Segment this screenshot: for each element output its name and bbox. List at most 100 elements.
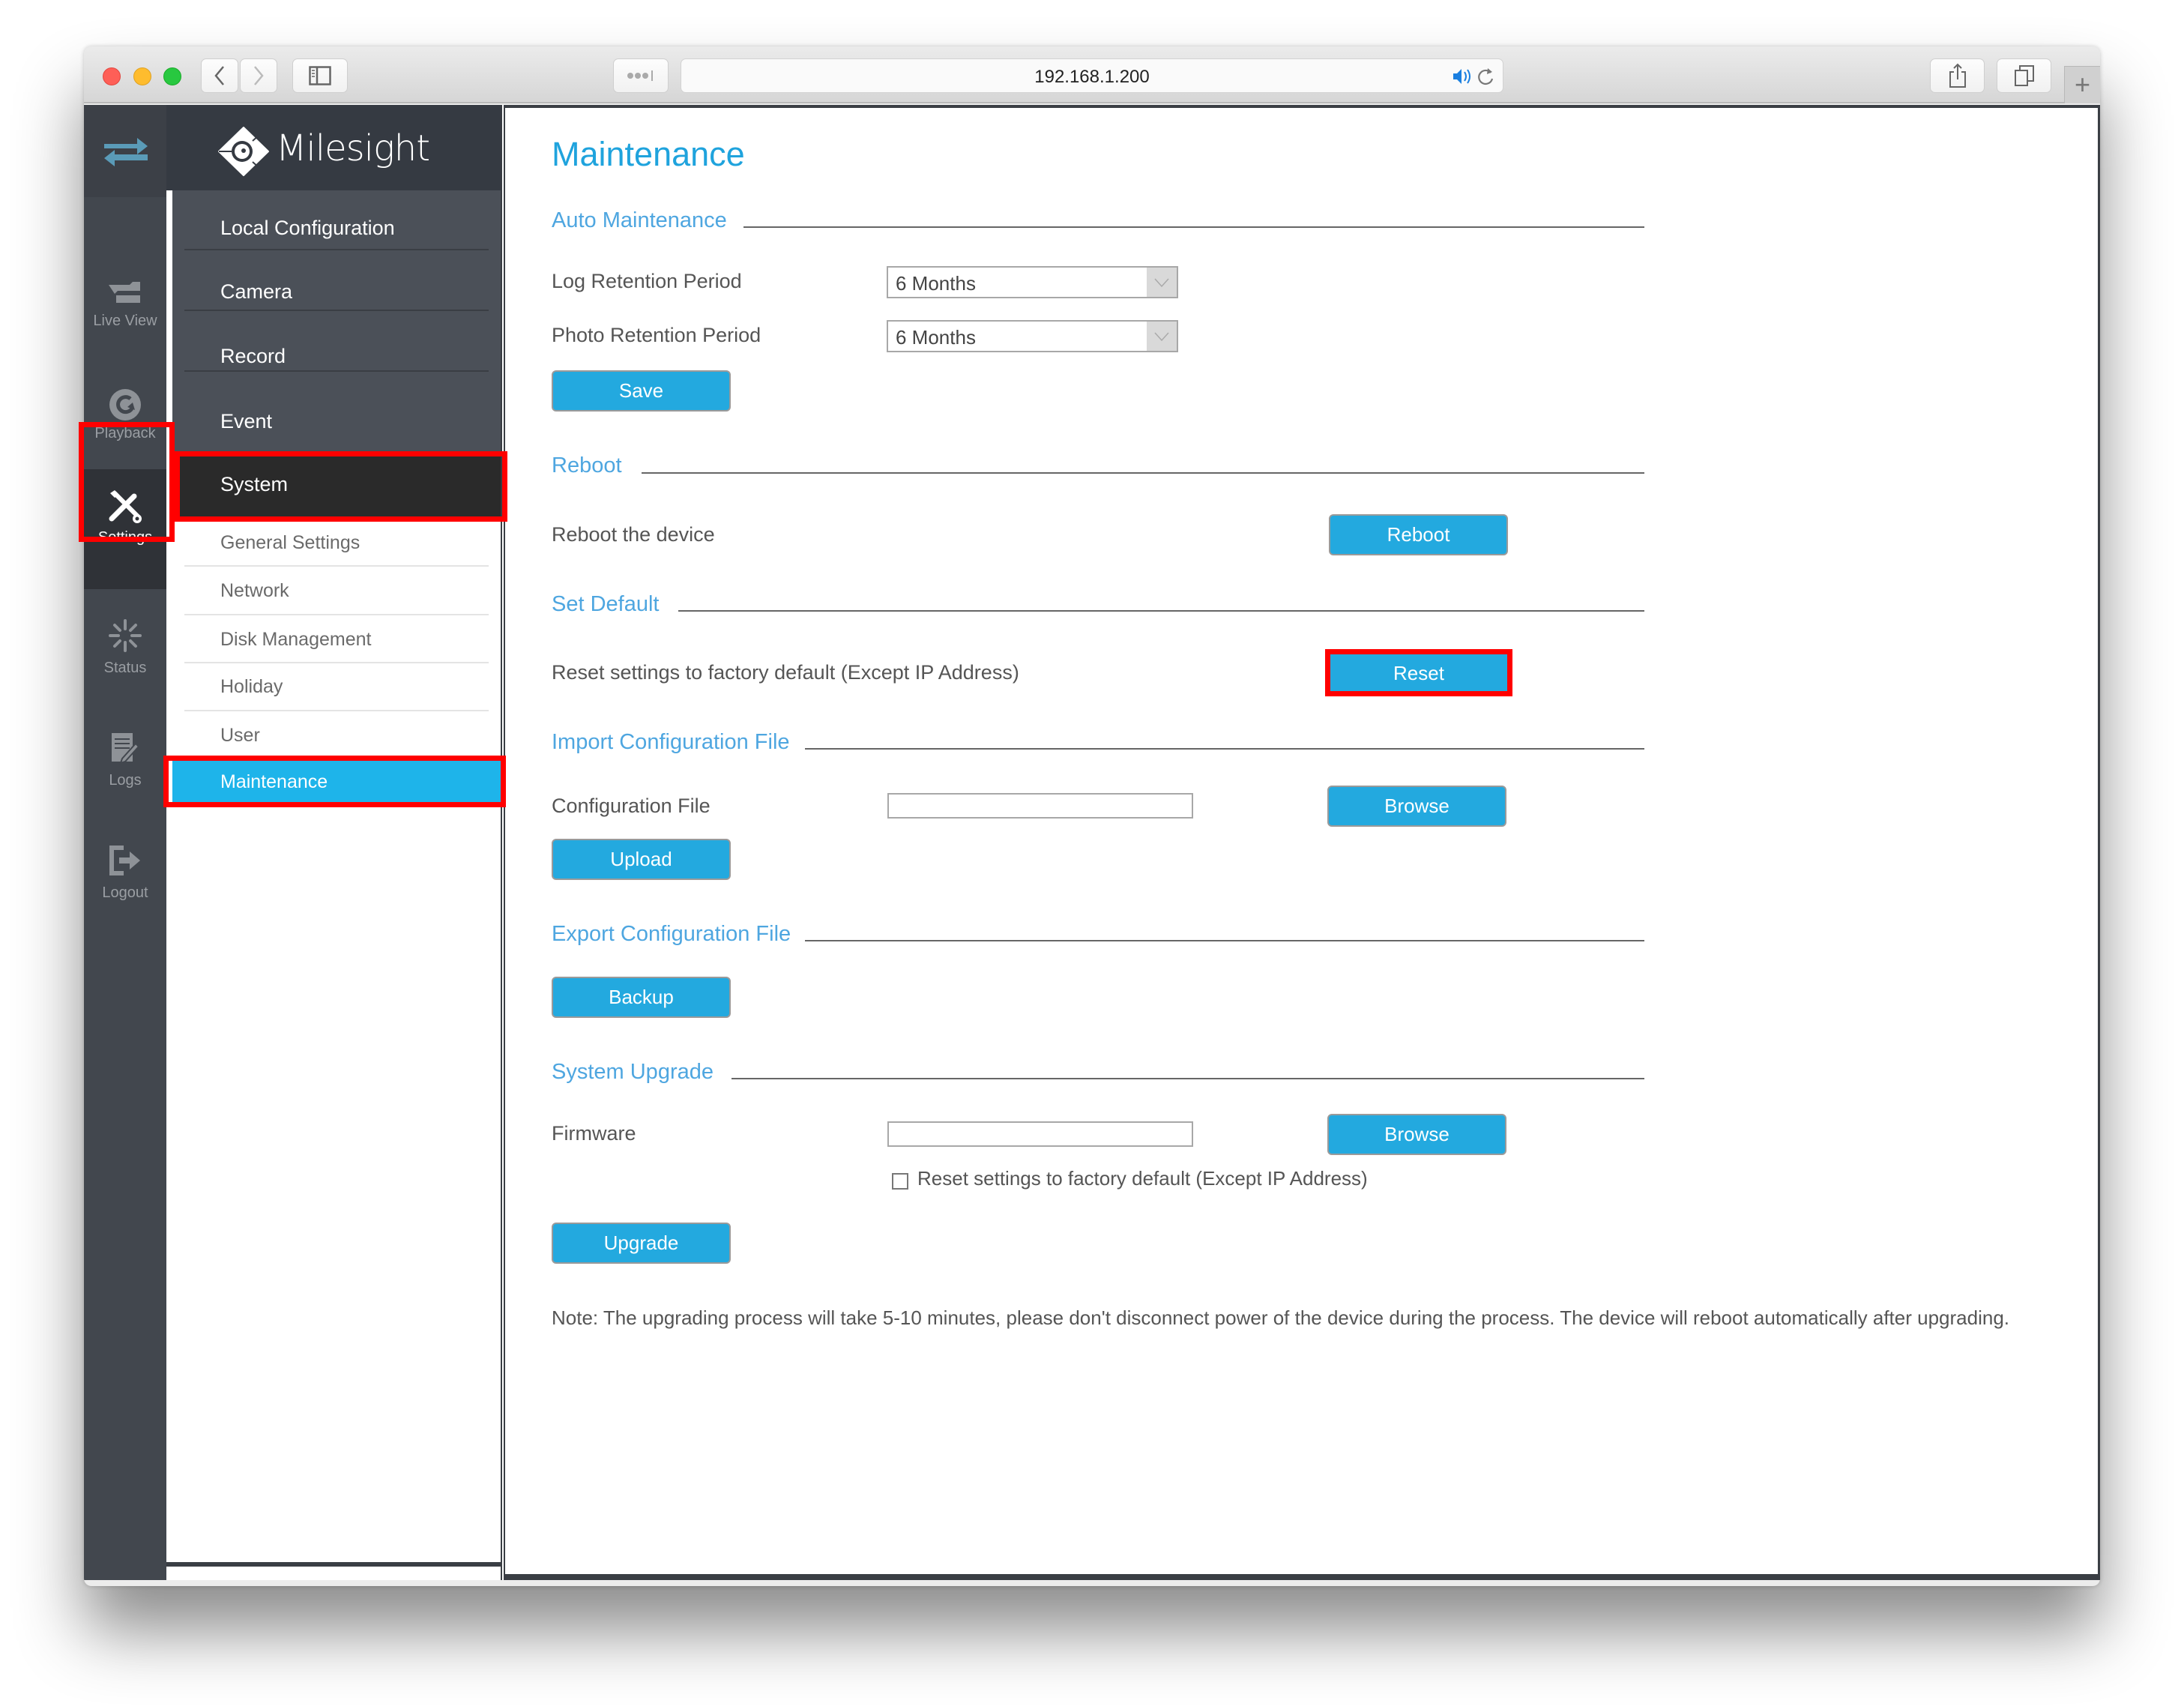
- backup-button[interactable]: Backup: [552, 977, 731, 1018]
- menu-toggle[interactable]: [84, 105, 166, 197]
- panel-divider: [501, 105, 505, 1580]
- settings-icon: [109, 490, 142, 523]
- nav-subitem-user[interactable]: User: [172, 725, 501, 747]
- firmware-file-input[interactable]: [887, 1121, 1193, 1147]
- reboot-label: Reboot the device: [552, 523, 715, 546]
- chevron-left-icon: [214, 66, 224, 85]
- address-bar[interactable]: 192.168.1.200: [681, 58, 1503, 93]
- nav-divider: [184, 249, 489, 250]
- status-icon: [109, 619, 142, 652]
- section-title-reboot: Reboot: [552, 453, 622, 477]
- nav-item-label: Event: [220, 410, 273, 432]
- content-border: [2098, 105, 2100, 1580]
- extensions-button[interactable]: [613, 58, 669, 93]
- reset-on-upgrade-checkbox[interactable]: [892, 1173, 908, 1190]
- forward-button[interactable]: [240, 58, 277, 93]
- new-tab-button[interactable]: +: [2064, 66, 2100, 103]
- nav-item-local-configuration[interactable]: Local Configuration: [172, 217, 501, 240]
- rail-item-settings[interactable]: Settings: [84, 469, 166, 589]
- url-text: 192.168.1.200: [1034, 67, 1150, 87]
- browse-config-button[interactable]: Browse: [1327, 786, 1506, 827]
- nav-item-label: Local Configuration: [220, 217, 395, 239]
- upgrade-button[interactable]: Upgrade: [552, 1223, 731, 1264]
- section-divider: [678, 610, 1644, 612]
- audio-playing-icon[interactable]: [1452, 67, 1473, 86]
- nav-subitem-network[interactable]: Network: [172, 580, 501, 602]
- section-divider: [743, 226, 1644, 228]
- back-button[interactable]: [201, 58, 238, 93]
- close-window-button[interactable]: [103, 67, 121, 85]
- log-retention-label: Log Retention Period: [552, 270, 742, 292]
- tab-overview-button[interactable]: [1997, 58, 2051, 93]
- milesight-logo-icon: [218, 127, 269, 176]
- nav-item-camera[interactable]: Camera: [172, 280, 501, 304]
- nav-item-label: Camera: [220, 280, 293, 303]
- photo-retention-label: Photo Retention Period: [552, 324, 761, 346]
- zoom-window-button[interactable]: [163, 67, 181, 85]
- browser-toolbar: 192.168.1.200 +: [84, 46, 2100, 103]
- reboot-button[interactable]: Reboot: [1329, 514, 1508, 555]
- upgrade-note: Note: The upgrading process will take 5-…: [552, 1306, 2009, 1329]
- logs-icon: [112, 733, 140, 765]
- tabs-icon: [2014, 65, 2034, 86]
- nav-divider: [184, 614, 489, 615]
- rail-label: Logout: [102, 884, 148, 901]
- rail-label: Playback: [94, 425, 156, 441]
- sidebar-toggle-button[interactable]: [292, 58, 348, 93]
- section-title-import-configuration: Import Configuration File: [552, 730, 790, 754]
- firmware-label: Firmware: [552, 1122, 636, 1145]
- select-value: 6 Months: [896, 326, 976, 349]
- chevron-down-icon: [1147, 322, 1177, 351]
- nav-item-label: System: [220, 473, 289, 495]
- upload-button[interactable]: Upload: [552, 839, 731, 880]
- rail-label: Settings: [97, 529, 153, 546]
- rail-item-live-view[interactable]: Live View: [84, 259, 166, 371]
- nav-divider: [184, 662, 489, 663]
- live-view-icon: [109, 282, 140, 303]
- minimize-window-button[interactable]: [133, 67, 151, 85]
- rail-label: Status: [103, 660, 147, 676]
- nav-subitem-maintenance[interactable]: Maintenance: [172, 759, 501, 805]
- nav-item-record[interactable]: Record: [172, 345, 501, 368]
- nav-subitem-label: User: [220, 725, 260, 746]
- reset-label: Reset settings to factory default (Excep…: [552, 661, 1019, 684]
- nav-divider: [184, 565, 489, 567]
- sidebar-icon: [309, 66, 331, 85]
- nav-subitem-label: Maintenance: [220, 771, 328, 792]
- nav-item-event[interactable]: Event: [172, 410, 501, 433]
- browse-firmware-button[interactable]: Browse: [1327, 1114, 1506, 1155]
- nav-subitem-general-settings[interactable]: General Settings: [172, 532, 501, 554]
- section-title-set-default: Set Default: [552, 592, 660, 616]
- section-divider: [805, 940, 1644, 941]
- nav-bottom-border: [166, 1562, 501, 1567]
- photo-retention-select[interactable]: 6 Months: [887, 320, 1178, 352]
- share-icon: [1949, 63, 1966, 88]
- nav-divider: [184, 310, 489, 311]
- save-button[interactable]: Save: [552, 370, 731, 412]
- rail-item-status[interactable]: Status: [84, 606, 166, 718]
- rail-item-logs[interactable]: Logs: [84, 718, 166, 831]
- share-button[interactable]: [1930, 58, 1985, 93]
- logout-icon: [109, 846, 140, 875]
- log-retention-select[interactable]: 6 Months: [887, 266, 1178, 298]
- configuration-file-input[interactable]: [887, 793, 1193, 819]
- swap-arrows-icon: [104, 138, 148, 166]
- playback-icon: [109, 389, 141, 421]
- reload-icon[interactable]: [1477, 65, 1495, 88]
- rail-item-playback[interactable]: Playback: [84, 371, 166, 483]
- nav-subitem-disk-management[interactable]: Disk Management: [172, 629, 501, 651]
- nav-subitem-holiday[interactable]: Holiday: [172, 676, 501, 698]
- brand-name: Milesight: [276, 127, 430, 169]
- nav-item-label: Record: [220, 345, 286, 367]
- nav-subitem-label: Disk Management: [220, 629, 372, 650]
- reset-on-upgrade-label: Reset settings to factory default (Excep…: [917, 1167, 1368, 1190]
- section-title-export-configuration: Export Configuration File: [552, 922, 791, 946]
- settings-nav: Milesight Local Configuration Camera Rec…: [166, 105, 501, 1580]
- plus-icon: +: [2074, 69, 2091, 100]
- reset-button[interactable]: Reset: [1330, 654, 1507, 692]
- rail-item-logout[interactable]: Logout: [84, 831, 166, 943]
- section-title-system-upgrade: System Upgrade: [552, 1060, 714, 1084]
- page-title: Maintenance: [552, 135, 745, 173]
- section-divider: [731, 1078, 1644, 1079]
- nav-item-system[interactable]: System: [172, 451, 501, 522]
